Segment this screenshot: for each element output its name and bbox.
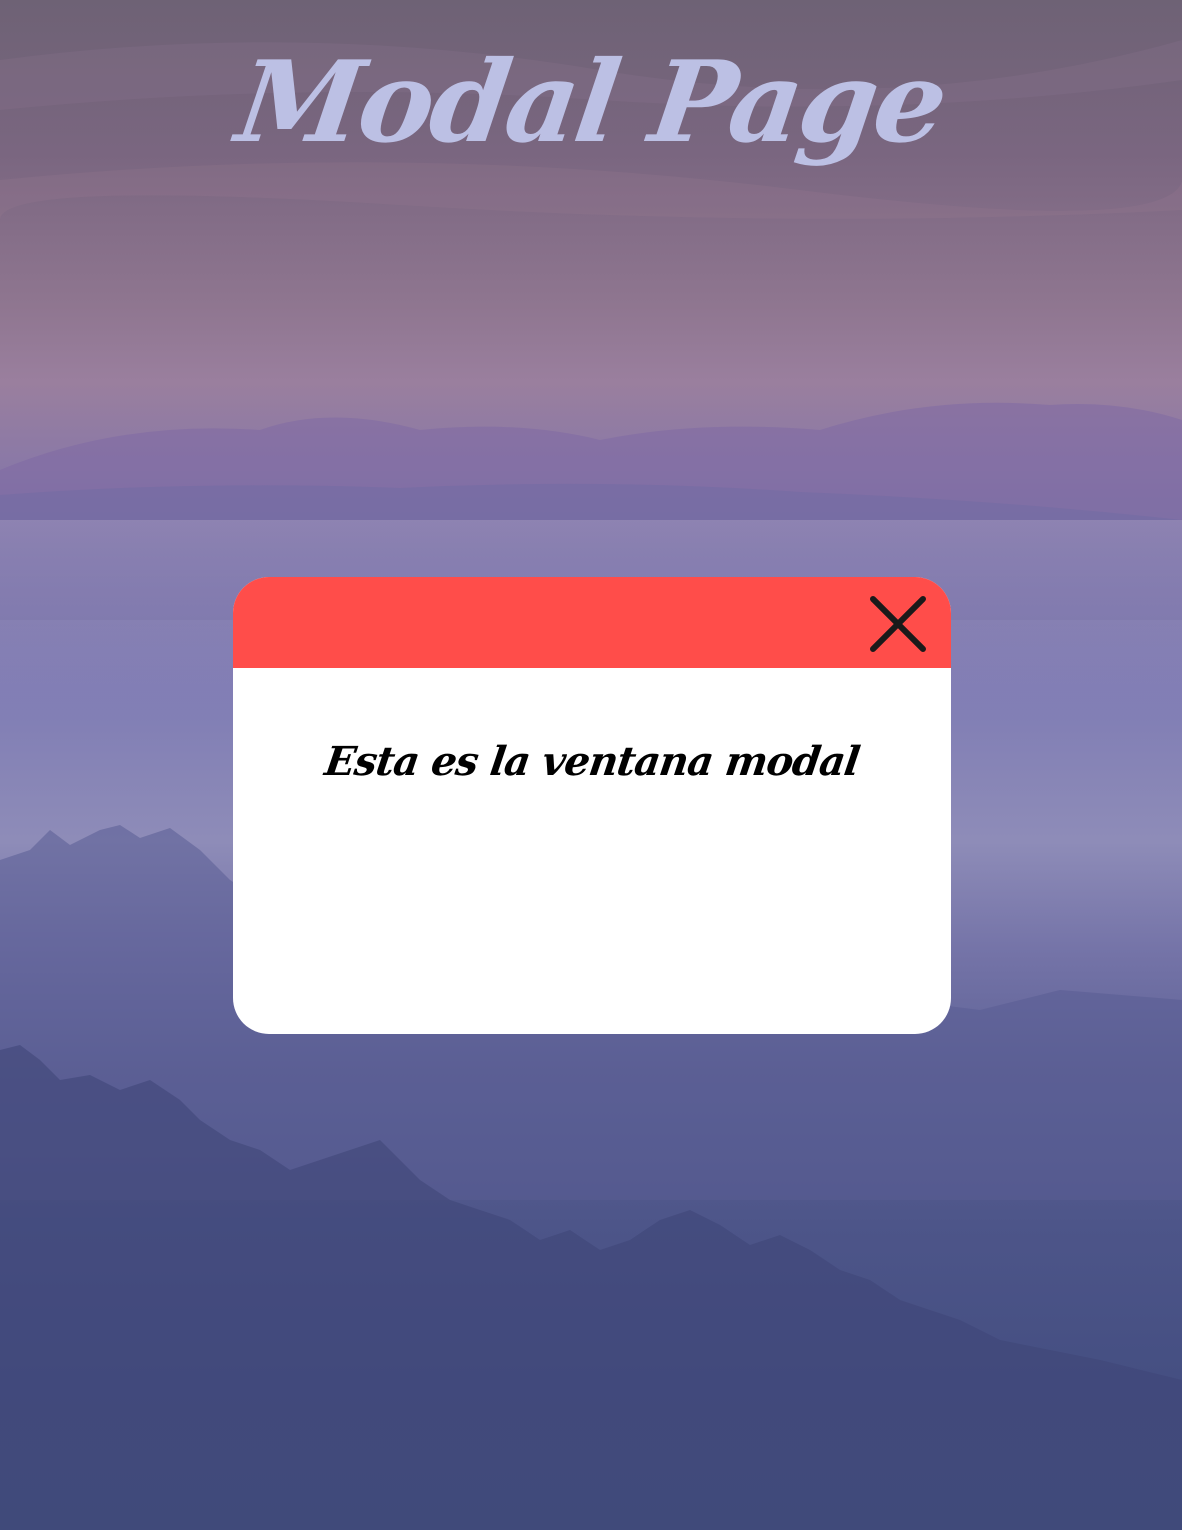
modal-message: Esta es la ventana modal [321,738,863,785]
close-button[interactable] [867,593,929,655]
modal-window: Esta es la ventana modal [233,577,951,1034]
modal-header [233,577,951,668]
modal-body: Esta es la ventana modal [233,668,951,1034]
page-title: Modal Page [229,37,953,168]
close-icon [870,596,926,652]
